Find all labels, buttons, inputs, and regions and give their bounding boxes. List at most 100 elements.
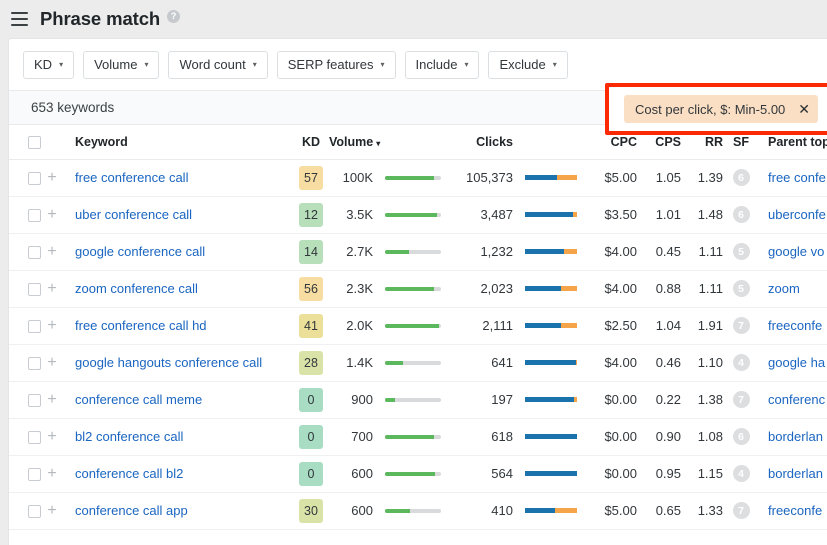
keyword-link[interactable]: google hangouts conference call: [75, 355, 262, 370]
plus-icon[interactable]: +: [47, 465, 56, 482]
parent-topic-link[interactable]: google vo: [768, 244, 824, 259]
row-checkbox[interactable]: [28, 357, 41, 370]
column-header-volume[interactable]: Volume▾: [329, 125, 379, 159]
kd-cell: 14: [293, 233, 329, 270]
content-panel: KD ▾ Volume ▾ Word count ▾ SERP features…: [8, 38, 827, 545]
kd-cell: 30: [293, 492, 329, 529]
plus-icon[interactable]: +: [47, 502, 56, 519]
plus-icon[interactable]: +: [47, 317, 56, 334]
row-checkbox[interactable]: [28, 283, 41, 296]
keyword-link[interactable]: conference call app: [75, 503, 188, 518]
row-select-cell: [9, 381, 41, 418]
clicks-cell: 1,232: [447, 233, 513, 270]
kd-cell: 0: [293, 455, 329, 492]
parent-topic-link[interactable]: borderlan: [768, 466, 823, 481]
filter-button-word-count[interactable]: Word count ▾: [168, 51, 267, 79]
volume-bar-cell: [379, 418, 447, 455]
kd-cell: 41: [293, 307, 329, 344]
keyword-link[interactable]: free conference call hd: [75, 318, 207, 333]
volume-bar-header: [379, 125, 447, 159]
filter-button-kd[interactable]: KD ▾: [23, 51, 74, 79]
volume-bar: [385, 324, 441, 328]
row-select-cell: [9, 233, 41, 270]
kd-cell: 0: [293, 381, 329, 418]
active-filter-pill-cost-per-click[interactable]: Cost per click, $: Min-5.00 ✕: [624, 95, 818, 123]
volume-bar-fill: [385, 213, 437, 217]
column-header-keyword[interactable]: Keyword: [63, 125, 293, 159]
cps-cell: 0.95: [637, 455, 681, 492]
volume-bar-cell: [379, 455, 447, 492]
active-filter-label: Cost per click, $: Min-5.00: [624, 102, 794, 117]
top-bar: Phrase match ?: [0, 0, 827, 38]
keyword-link[interactable]: bl2 conference call: [75, 429, 183, 444]
column-header-kd[interactable]: KD: [293, 125, 329, 159]
close-icon[interactable]: ✕: [794, 102, 818, 116]
parent-topic-link[interactable]: borderlan: [768, 429, 823, 444]
row-checkbox[interactable]: [28, 320, 41, 333]
kd-badge: 41: [299, 314, 323, 338]
select-all-checkbox[interactable]: [28, 136, 41, 149]
parent-topic-cell: google vo: [759, 233, 827, 270]
plus-icon[interactable]: +: [47, 428, 56, 445]
row-select-cell: [9, 492, 41, 529]
clicks-bar-paid: [564, 249, 577, 254]
volume-cell: 2.0K: [329, 307, 379, 344]
keyword-link[interactable]: free conference call: [75, 170, 188, 185]
keyword-cell: conference call meme: [63, 381, 293, 418]
filter-button-volume[interactable]: Volume ▾: [83, 51, 159, 79]
row-checkbox[interactable]: [28, 394, 41, 407]
table-row: + uber conference call 12 3.5K 3,487 $3.…: [9, 196, 827, 233]
parent-topic-link[interactable]: conferenc: [768, 392, 825, 407]
row-expand-cell: +: [41, 344, 63, 381]
parent-topic-link[interactable]: uberconfe: [768, 207, 826, 222]
keyword-cell: google hangouts conference call: [63, 344, 293, 381]
column-header-clicks[interactable]: Clicks: [447, 125, 513, 159]
parent-topic-link[interactable]: freeconfe: [768, 503, 822, 518]
rr-cell: 1.91: [681, 307, 723, 344]
plus-icon[interactable]: +: [47, 280, 56, 297]
row-checkbox[interactable]: [28, 505, 41, 518]
plus-icon[interactable]: +: [47, 354, 56, 371]
keyword-link[interactable]: uber conference call: [75, 207, 192, 222]
parent-topic-link[interactable]: zoom: [768, 281, 800, 296]
parent-topic-link[interactable]: free confe: [768, 170, 826, 185]
expand-header: [41, 125, 63, 159]
clicks-bar-paid: [561, 323, 577, 328]
row-checkbox[interactable]: [28, 431, 41, 444]
keyword-link[interactable]: google conference call: [75, 244, 205, 259]
row-checkbox[interactable]: [28, 246, 41, 259]
clicks-cell: 2,023: [447, 270, 513, 307]
parent-topic-link[interactable]: freeconfe: [768, 318, 822, 333]
question-mark-icon[interactable]: ?: [167, 10, 180, 23]
sf-count-badge: 6: [733, 428, 750, 445]
chevron-down-icon: ▾: [144, 61, 148, 69]
sf-cell: 4: [723, 344, 759, 381]
clicks-bar: [525, 286, 577, 291]
hamburger-icon[interactable]: [6, 6, 32, 32]
plus-icon[interactable]: +: [47, 243, 56, 260]
sf-cell: 7: [723, 381, 759, 418]
table-row: + google conference call 14 2.7K 1,232 $…: [9, 233, 827, 270]
clicks-bar: [525, 212, 577, 217]
keyword-link[interactable]: zoom conference call: [75, 281, 198, 296]
row-checkbox[interactable]: [28, 172, 41, 185]
filter-button-serp-features[interactable]: SERP features ▾: [277, 51, 396, 79]
column-label: Clicks: [476, 135, 513, 149]
volume-bar-fill: [385, 287, 434, 291]
plus-icon[interactable]: +: [47, 169, 56, 186]
parent-topic-link[interactable]: google ha: [768, 355, 825, 370]
clicks-bar-paid: [576, 360, 577, 365]
keyword-link[interactable]: conference call meme: [75, 392, 202, 407]
plus-icon[interactable]: +: [47, 391, 56, 408]
row-checkbox[interactable]: [28, 209, 41, 222]
filter-button-exclude[interactable]: Exclude ▾: [488, 51, 567, 79]
filter-button-include[interactable]: Include ▾: [405, 51, 480, 79]
keyword-cell: free conference call: [63, 159, 293, 196]
cpc-cell: $4.00: [581, 344, 637, 381]
keyword-link[interactable]: conference call bl2: [75, 466, 183, 481]
sf-cell: 7: [723, 307, 759, 344]
parent-topic-cell: zoom: [759, 270, 827, 307]
keyword-cell: free conference call hd: [63, 307, 293, 344]
plus-icon[interactable]: +: [47, 206, 56, 223]
row-checkbox[interactable]: [28, 468, 41, 481]
